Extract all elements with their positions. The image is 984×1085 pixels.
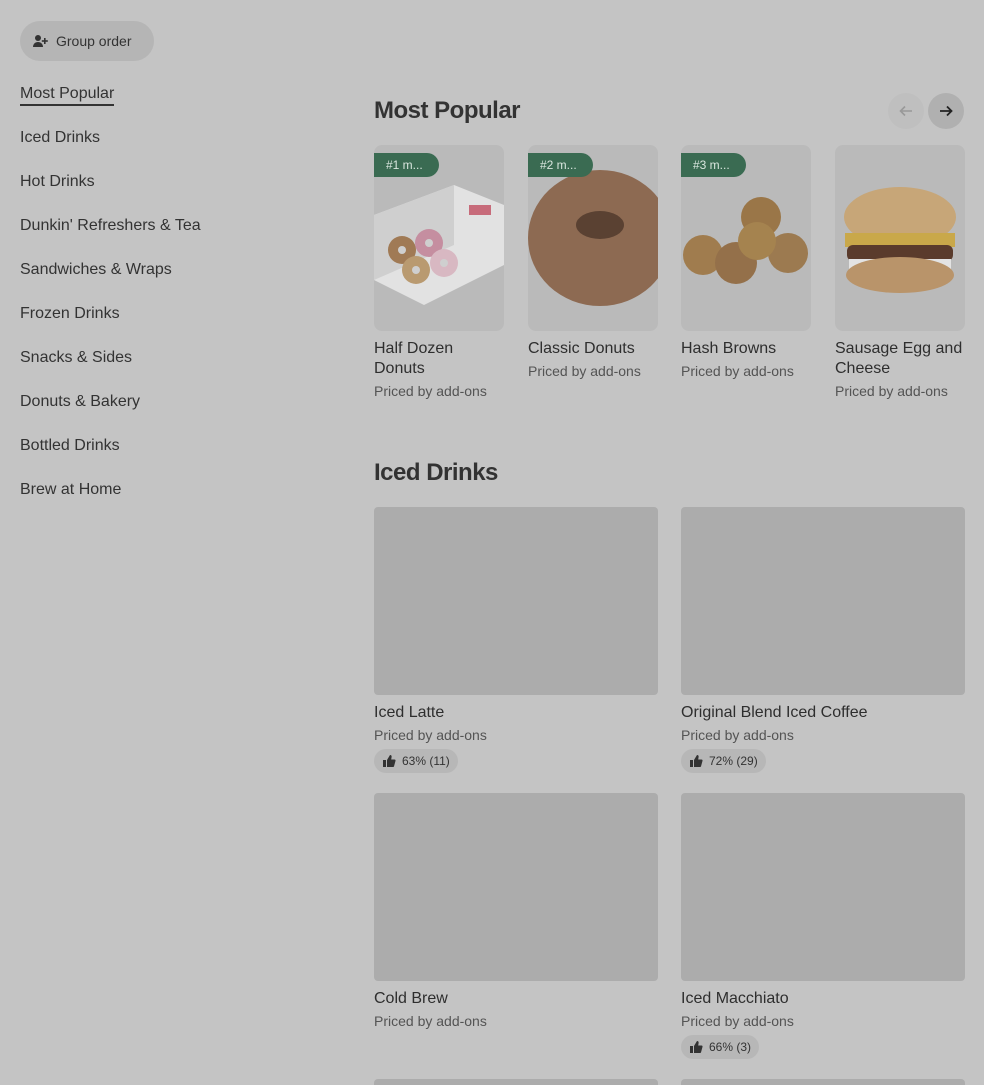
item-image-placeholder: [374, 507, 658, 695]
item-image: #3 m...: [681, 145, 811, 331]
thumbs-up-icon: [690, 755, 703, 767]
thumbs-up-icon: [690, 1041, 703, 1053]
item-image: [835, 145, 965, 331]
sandwich-image: [844, 187, 956, 293]
menu-item-card[interactable]: Iced Macchiato Priced by add-ons 66% (3): [681, 793, 965, 1059]
sidebar-item-sandwiches-wraps[interactable]: Sandwiches & Wraps: [20, 256, 320, 300]
sidebar-item-iced-drinks[interactable]: Iced Drinks: [20, 124, 320, 168]
popular-item-card[interactable]: #2 m... Classic Donuts Priced by add-ons: [528, 145, 658, 381]
rating-text: 66% (3): [709, 1040, 752, 1054]
sidebar-item-donuts-bakery[interactable]: Donuts & Bakery: [20, 388, 320, 432]
item-price: Priced by add-ons: [835, 383, 948, 399]
item-name: Iced Macchiato: [681, 990, 789, 1007]
item-image-placeholder: [374, 793, 658, 981]
rank-badge: #1 m...: [374, 153, 439, 177]
item-price: Priced by add-ons: [528, 363, 641, 379]
menu-item-card[interactable]: Cold Brew Priced by add-ons: [374, 793, 658, 1031]
item-name: Half Dozen Donuts: [374, 340, 454, 377]
iced-drinks-heading: Iced Drinks: [374, 459, 498, 486]
item-image-placeholder: [681, 507, 965, 695]
thumbs-up-icon: [383, 755, 396, 767]
item-name: Hash Browns: [681, 340, 777, 357]
item-name: Classic Donuts: [528, 340, 635, 357]
sidebar-item-hot-drinks[interactable]: Hot Drinks: [20, 168, 320, 212]
sidebar-item-snacks-sides[interactable]: Snacks & Sides: [20, 344, 320, 388]
item-image: #1 m...: [374, 145, 504, 331]
item-name: Sausage Egg and Cheese: [835, 340, 963, 377]
rank-badge: #3 m...: [681, 153, 746, 177]
menu-item-card[interactable]: Original Blend Iced Coffee Priced by add…: [681, 507, 965, 773]
popular-item-card[interactable]: #1 m... Half Dozen Donuts Priced by add-…: [374, 145, 504, 401]
menu-item-card[interactable]: Iced Latte Priced by add-ons 63% (11): [374, 507, 658, 773]
rating-text: 63% (11): [402, 754, 450, 768]
sidebar-item-frozen-drinks[interactable]: Frozen Drinks: [20, 300, 320, 344]
item-price: Priced by add-ons: [681, 1013, 794, 1029]
arrow-left-icon: [899, 105, 912, 117]
item-name: Original Blend Iced Coffee: [681, 704, 868, 721]
group-order-label: Group order: [56, 33, 132, 49]
item-price: Priced by add-ons: [374, 383, 487, 399]
group-order-button[interactable]: Group order: [20, 21, 154, 61]
rating-badge: 66% (3): [681, 1035, 760, 1059]
item-price: Priced by add-ons: [374, 1013, 487, 1029]
next-row-card-edge: [374, 1079, 658, 1085]
rating-text: 72% (29): [709, 754, 758, 768]
popular-item-card[interactable]: Sausage Egg and Cheese Priced by add-ons: [835, 145, 965, 401]
arrow-right-icon: [940, 105, 953, 117]
item-price: Priced by add-ons: [681, 727, 794, 743]
carousel-next-button[interactable]: [928, 93, 964, 129]
item-name: Iced Latte: [374, 704, 445, 721]
sidebar-item-most-popular[interactable]: Most Popular: [20, 80, 320, 124]
sidebar-item-brew-at-home[interactable]: Brew at Home: [20, 476, 320, 520]
sidebar-item-bottled-drinks[interactable]: Bottled Drinks: [20, 432, 320, 476]
add-person-icon: [33, 35, 48, 47]
item-price: Priced by add-ons: [374, 727, 487, 743]
next-row-card-edge: [681, 1079, 965, 1085]
carousel-prev-button[interactable]: [888, 93, 924, 129]
item-image: #2 m...: [528, 145, 658, 331]
most-popular-heading: Most Popular: [374, 97, 521, 124]
item-price: Priced by add-ons: [681, 363, 794, 379]
item-image-placeholder: [681, 793, 965, 981]
rank-badge: #2 m...: [528, 153, 593, 177]
sidebar-item-refreshers-tea[interactable]: Dunkin' Refreshers & Tea: [20, 212, 320, 256]
rating-badge: 63% (11): [374, 749, 458, 773]
rating-badge: 72% (29): [681, 749, 766, 773]
popular-item-card[interactable]: #3 m... Hash Browns Priced by add-ons: [681, 145, 811, 381]
category-sidebar: Most Popular Iced Drinks Hot Drinks Dunk…: [20, 80, 320, 520]
item-name: Cold Brew: [374, 990, 448, 1007]
